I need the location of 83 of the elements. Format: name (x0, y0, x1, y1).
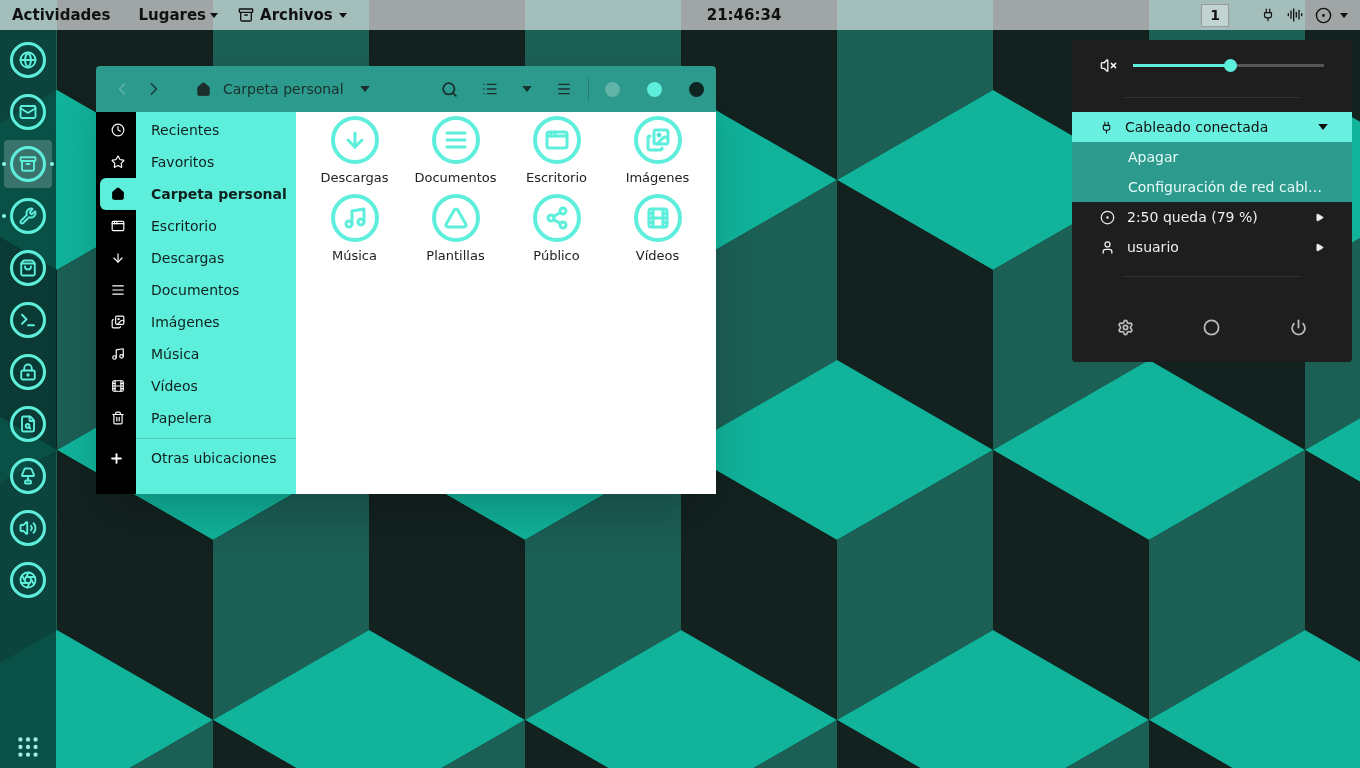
menu-row[interactable]: usuario (1072, 232, 1352, 262)
film-icon (111, 379, 125, 393)
search-icon[interactable] (441, 80, 458, 98)
folder-item[interactable]: Plantillas (405, 193, 506, 265)
drawer-icon (238, 7, 255, 23)
menu-row[interactable]: 2:50 queda (79 %) (1072, 202, 1352, 232)
other-locations-item[interactable]: Otras ubicaciones (96, 439, 296, 477)
caret-icon (359, 86, 370, 92)
activities-button[interactable]: Actividades (12, 3, 111, 27)
star-icon (111, 155, 125, 169)
folder-item[interactable]: Escritorio (506, 116, 607, 188)
music-icon (111, 347, 125, 361)
settings-icon (1116, 318, 1134, 336)
keyhole-icon (19, 363, 37, 381)
user-icon (1100, 239, 1115, 255)
drawer-icon (19, 155, 37, 173)
arrow-icon (1315, 212, 1324, 222)
magnifier-icon (19, 415, 37, 433)
folder-item[interactable]: Música (304, 193, 405, 265)
sidebar-item[interactable]: Vídeos (96, 370, 296, 402)
clock[interactable]: 21:46:34 (706, 3, 782, 27)
location-button[interactable]: Carpeta personal (196, 78, 370, 100)
clock-icon (111, 123, 125, 137)
muted-speaker-icon (1100, 56, 1117, 74)
sidebar-item[interactable]: Música (96, 338, 296, 370)
sidebar-item[interactable]: Papelera (96, 402, 296, 434)
terminal-icon (19, 311, 37, 329)
download-icon (111, 251, 125, 265)
sidebar-item[interactable]: Escritorio (96, 210, 296, 242)
home-icon (196, 81, 211, 97)
shopping-bag-icon (19, 259, 37, 277)
network-row[interactable]: Cableado conectada (1072, 112, 1352, 142)
globe-icon (19, 51, 37, 69)
folder-item[interactable]: Público (506, 193, 607, 265)
window-icon (532, 116, 581, 164)
sidebar-item[interactable]: Documentos (96, 274, 296, 306)
sidebar-item[interactable]: Carpeta personal (96, 178, 296, 210)
plus-icon (108, 450, 124, 466)
caret-icon[interactable] (1340, 12, 1348, 18)
lamp-icon (19, 467, 37, 485)
lines-icon (111, 283, 125, 297)
menu-icon[interactable] (556, 81, 572, 97)
home-icon (111, 187, 125, 201)
folder-item[interactable]: Vídeos (607, 193, 708, 265)
sidebar-item[interactable]: Imágenes (96, 306, 296, 338)
folder-item[interactable]: Descargas (304, 116, 405, 188)
lines-icon (431, 116, 480, 164)
battery-icon (1100, 209, 1115, 225)
power-icon (1290, 318, 1308, 336)
folder-item[interactable]: Imágenes (607, 116, 708, 188)
dock-item[interactable] (4, 140, 52, 188)
sidebar-item[interactable]: Descargas (96, 242, 296, 274)
mail-icon (19, 103, 37, 121)
sidebar-item[interactable]: Favoritos (96, 146, 296, 178)
film-icon (633, 193, 682, 242)
sidebar-item[interactable]: Recientes (96, 114, 296, 146)
caret-icon (338, 12, 347, 18)
places-menu[interactable]: Lugares (138, 3, 219, 27)
trash-icon (111, 411, 125, 425)
share-icon (532, 193, 581, 242)
app-grid-icon[interactable] (15, 734, 41, 760)
wrench-icon (19, 207, 37, 225)
download-icon (330, 116, 379, 164)
folder-item[interactable]: Documentos (405, 116, 506, 188)
speaker-icon (19, 519, 37, 537)
caret-icon (1318, 124, 1328, 130)
arrow-icon (1315, 242, 1324, 252)
plug-icon (1100, 120, 1113, 134)
images-icon (111, 315, 125, 329)
battery-icon[interactable] (1315, 6, 1332, 24)
images-icon (633, 116, 682, 164)
music-icon (330, 193, 379, 242)
list-view-icon[interactable] (482, 81, 498, 97)
window-icon (111, 219, 125, 233)
volume-icon[interactable] (1287, 7, 1303, 23)
aperture-icon (19, 571, 37, 589)
app-menu[interactable]: Archivos (238, 3, 347, 27)
plug-icon[interactable] (1261, 8, 1275, 22)
caret-icon (210, 12, 219, 18)
volume-slider[interactable] (1133, 58, 1324, 72)
workspace-indicator[interactable]: 1 (1201, 3, 1229, 27)
close-button[interactable] (689, 81, 704, 97)
caret-icon[interactable] (522, 86, 532, 92)
